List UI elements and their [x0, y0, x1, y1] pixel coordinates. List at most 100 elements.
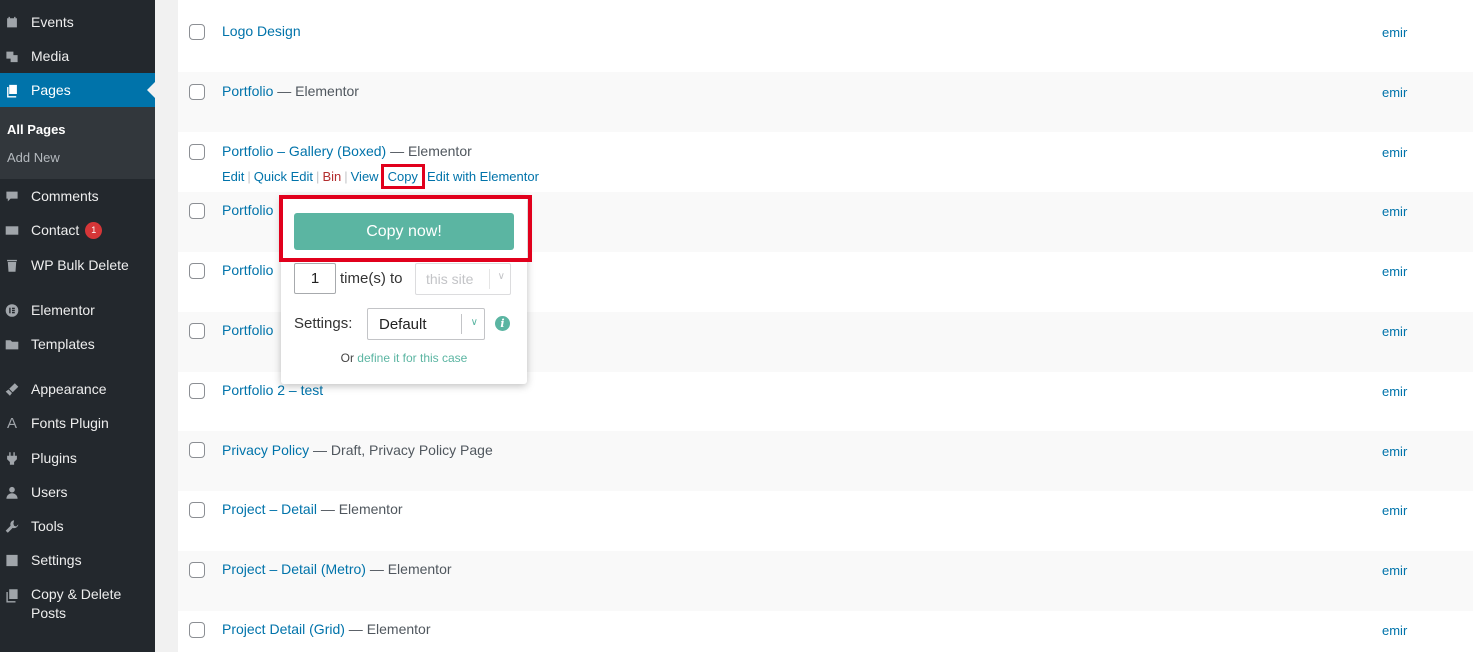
folder-icon: [5, 337, 19, 351]
page-title: Project Detail (Grid) — Elementor: [222, 621, 431, 637]
page-title-link[interactable]: Portfolio 2 – test: [222, 382, 323, 398]
page-title-link[interactable]: Portfolio: [222, 322, 273, 338]
view-link[interactable]: View: [351, 169, 379, 184]
page-state: — Elementor: [344, 621, 431, 637]
page-title: Privacy Policy — Draft, Privacy Policy P…: [222, 442, 493, 458]
sidebar-item-wp-bulk-delete[interactable]: WP Bulk Delete: [0, 248, 155, 282]
author-link[interactable]: emir: [1382, 264, 1407, 279]
row-checkbox[interactable]: [189, 203, 205, 219]
author-link[interactable]: emir: [1382, 85, 1407, 100]
bin-link[interactable]: Bin: [322, 169, 341, 184]
row-checkbox[interactable]: [189, 502, 205, 518]
copy-link[interactable]: Copy: [380, 164, 425, 189]
page-title-link[interactable]: Portfolio: [222, 83, 273, 99]
sidebar-item-templates[interactable]: Templates: [0, 327, 155, 361]
page-title: Portfolio – Gallery (Boxed) — Elementor: [222, 143, 472, 159]
sidebar-item-tools[interactable]: Tools: [0, 509, 155, 543]
sidebar-item-label: Appearance: [31, 381, 107, 397]
settings-select[interactable]: Default ∨: [367, 308, 485, 340]
sidebar-item-label: WP Bulk Delete: [31, 257, 129, 273]
author-link[interactable]: emir: [1382, 563, 1407, 578]
row-checkbox[interactable]: [189, 144, 205, 160]
sidebar-item-label: Settings: [31, 552, 82, 568]
sidebar-item-fonts-plugin[interactable]: A Fonts Plugin: [0, 406, 155, 440]
sidebar-item-label: Users: [31, 484, 68, 500]
page-title: Project – Detail (Metro) — Elementor: [222, 561, 452, 577]
row-checkbox[interactable]: [189, 442, 205, 458]
define-settings-link[interactable]: define it for this case: [357, 351, 467, 365]
author-link[interactable]: emir: [1382, 204, 1407, 219]
sidebar-item-events[interactable]: Events: [0, 5, 155, 39]
target-site-select[interactable]: this site ∨: [415, 263, 511, 295]
row-checkbox[interactable]: [189, 263, 205, 279]
author-link[interactable]: emir: [1382, 145, 1407, 160]
row-checkbox[interactable]: [189, 24, 205, 40]
sidebar-item-users[interactable]: Users: [0, 475, 155, 509]
page-state: — Draft, Privacy Policy Page: [309, 442, 493, 458]
table-row: Privacy Policy — Draft, Privacy Policy P…: [178, 431, 1473, 491]
sidebar-item-label: Templates: [31, 336, 95, 352]
page-title: Portfolio: [222, 202, 273, 218]
page-title-link[interactable]: Portfolio: [222, 202, 273, 218]
page-title-link[interactable]: Logo Design: [222, 23, 301, 39]
page-title: Portfolio — Elementor: [222, 83, 359, 99]
media-icon: [5, 49, 19, 63]
sidebar-item-label: Tools: [31, 518, 64, 534]
plugin-icon: [5, 451, 19, 465]
sidebar-item-settings[interactable]: Settings: [0, 543, 155, 577]
author-link[interactable]: emir: [1382, 444, 1407, 459]
row-checkbox[interactable]: [189, 562, 205, 578]
sidebar-item-elementor[interactable]: Elementor: [0, 293, 155, 327]
copy-delete-icon: [5, 588, 19, 602]
calendar-icon: [5, 15, 19, 29]
sidebar-item-label: Copy & Delete Posts: [31, 586, 122, 621]
copy-times-label: time(s) to: [340, 270, 403, 287]
copy-now-button[interactable]: Copy now!: [294, 213, 514, 250]
table-row: Project – Detail (Metro) — Elementor emi…: [178, 551, 1473, 611]
sidebar-item-contact[interactable]: Contact 1: [0, 213, 155, 247]
admin-sidebar: Events Media Pages All Pages Add New Com…: [0, 0, 155, 652]
page-title-link[interactable]: Project – Detail: [222, 501, 317, 517]
mail-icon: [5, 223, 19, 237]
row-checkbox[interactable]: [189, 383, 205, 399]
row-checkbox[interactable]: [189, 84, 205, 100]
sidebar-item-comments[interactable]: Comments: [0, 179, 155, 213]
copy-times-input[interactable]: 1: [294, 263, 336, 294]
row-checkbox[interactable]: [189, 622, 205, 638]
quick-edit-link[interactable]: Quick Edit: [254, 169, 313, 184]
page-state: — Elementor: [365, 561, 452, 577]
page-title-link[interactable]: Portfolio – Gallery (Boxed): [222, 143, 386, 159]
author-link[interactable]: emir: [1382, 384, 1407, 399]
page-title-link[interactable]: Privacy Policy: [222, 442, 309, 458]
sidebar-item-pages[interactable]: Pages: [0, 73, 155, 107]
page-title-link[interactable]: Project Detail (Grid): [222, 621, 345, 637]
sidebar-item-media[interactable]: Media: [0, 39, 155, 73]
edit-with-elementor-link[interactable]: Edit with Elementor: [427, 169, 539, 184]
page-title: Portfolio: [222, 322, 273, 338]
row-checkbox[interactable]: [189, 323, 205, 339]
submenu-add-new[interactable]: Add New: [7, 150, 60, 165]
submenu-all-pages[interactable]: All Pages: [7, 122, 66, 137]
notification-badge: 1: [85, 221, 103, 239]
edit-link[interactable]: Edit: [222, 169, 244, 184]
sidebar-item-plugins[interactable]: Plugins: [0, 441, 155, 475]
brush-icon: [5, 382, 19, 396]
page-title: Project – Detail — Elementor: [222, 501, 403, 517]
page-state: — Elementor: [273, 83, 359, 99]
author-link[interactable]: emir: [1382, 324, 1407, 339]
page-title-link[interactable]: Portfolio: [222, 262, 273, 278]
wrench-icon: [5, 519, 19, 533]
table-row: Portfolio — Elementor emir: [178, 72, 1473, 132]
author-link[interactable]: emir: [1382, 25, 1407, 40]
pages-icon: [5, 83, 19, 97]
author-link[interactable]: emir: [1382, 623, 1407, 638]
page-title-link[interactable]: Project – Detail (Metro): [222, 561, 366, 577]
page-title: Logo Design: [222, 23, 301, 39]
sidebar-item-copy-delete-posts[interactable]: Copy & Delete Posts: [0, 585, 155, 625]
user-icon: [5, 485, 19, 499]
define-settings-line: Or define it for this case: [340, 351, 468, 365]
info-icon[interactable]: i: [495, 316, 510, 331]
sidebar-item-appearance[interactable]: Appearance: [0, 372, 155, 406]
author-link[interactable]: emir: [1382, 503, 1407, 518]
sidebar-item-label: Fonts Plugin: [31, 415, 109, 431]
